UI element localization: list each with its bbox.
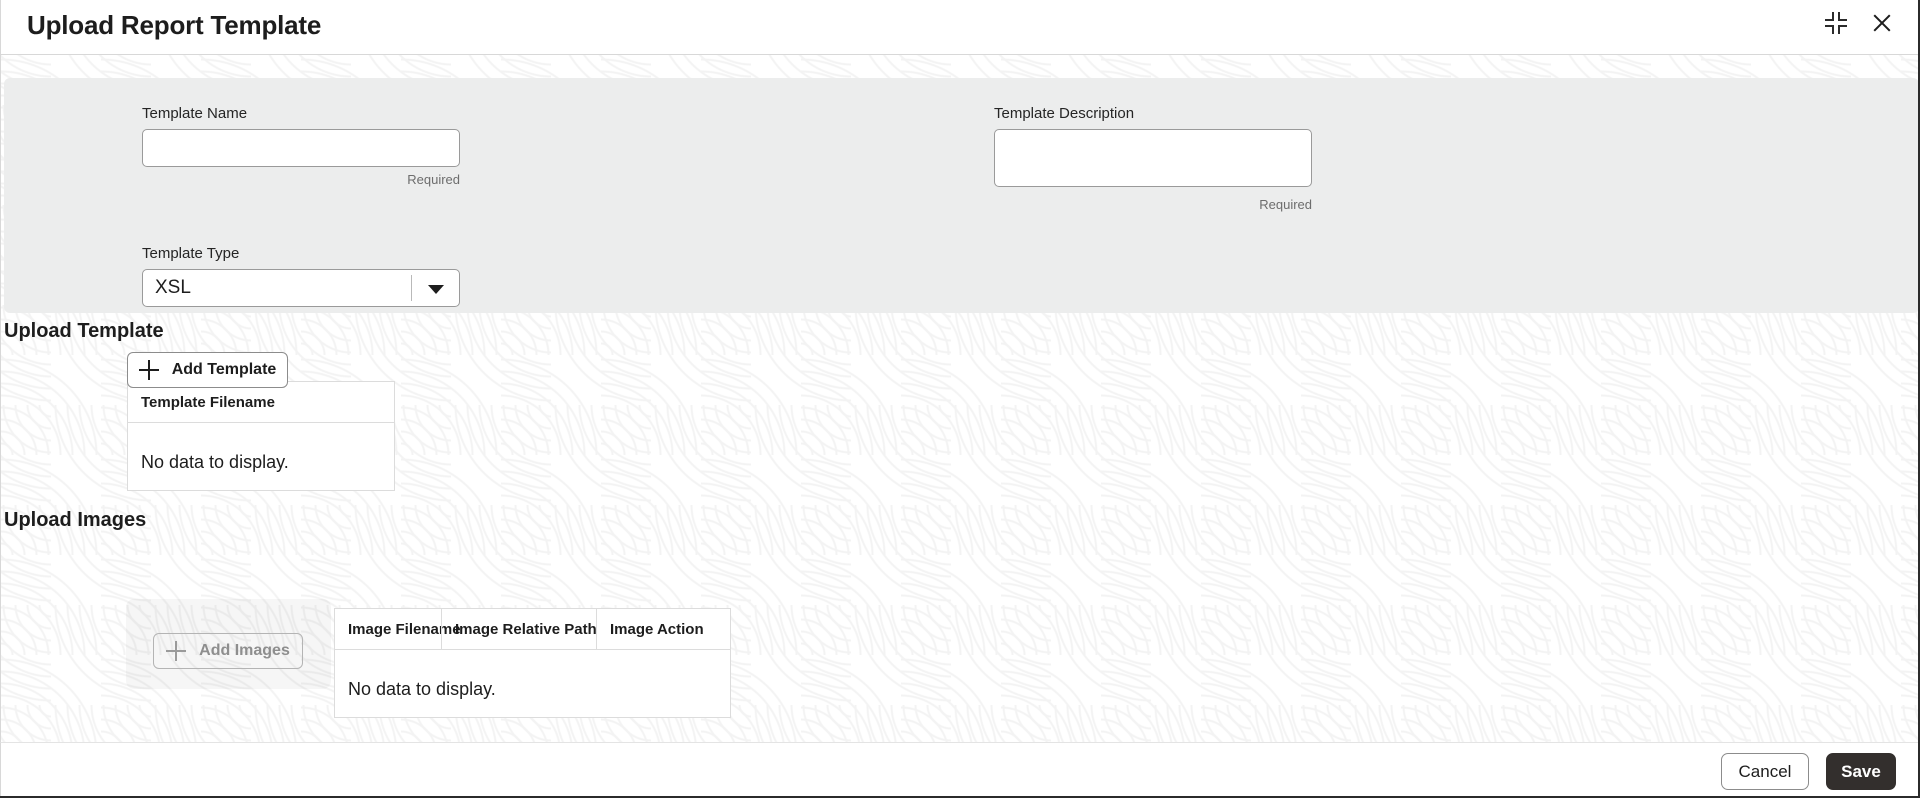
template-description-hint: Required [1259,197,1312,212]
template-table-header: Template Filename [128,382,394,423]
close-icon[interactable] [1870,11,1894,35]
column-header-image-filename[interactable]: Image Filename [335,609,461,649]
template-type-label: Template Type [142,245,240,262]
dialog-header: Upload Report Template [0,0,1918,55]
images-table-empty-message: No data to display. [348,679,496,699]
form-panel: Template Name Required Template Descript… [4,78,1918,313]
column-header-template-filename[interactable]: Template Filename [128,382,394,422]
images-table-header: Image Filename Image Relative Path Image… [335,609,730,650]
footer-actions: Cancel Save [1721,753,1896,790]
cancel-button[interactable]: Cancel [1721,753,1809,790]
add-template-label: Add Template [171,361,277,378]
chevron-down-icon[interactable] [428,285,444,294]
template-description-label: Template Description [994,105,1135,122]
template-type-value: XSL [142,269,460,307]
template-table-empty-message: No data to display. [141,452,289,472]
page-title: Upload Report Template [27,10,322,40]
save-button[interactable]: Save [1826,753,1896,790]
template-table: Template Filename No data to display. [127,381,395,491]
template-description-input[interactable] [994,129,1312,187]
template-name-input[interactable] [142,129,460,167]
upload-report-template-dialog: Upload Report Template Template Name Req… [0,0,1920,798]
plus-icon [166,641,187,661]
add-template-button[interactable]: Add Template [127,352,288,388]
dialog-body: Template Name Required Template Descript… [0,55,1918,742]
template-type-select[interactable]: XSL [142,269,460,307]
collapse-icon[interactable] [1824,11,1848,35]
column-header-image-action[interactable]: Image Action [596,609,730,649]
add-images-label: Add Images [199,642,290,659]
header-actions [1824,11,1894,35]
template-name-field: Template Name Required [142,105,460,187]
column-header-image-relative-path[interactable]: Image Relative Path [441,609,597,649]
template-name-hint: Required [407,172,460,187]
template-type-field: Template Type XSL [142,245,460,307]
template-description-field: Template Description Required [994,105,1312,212]
dialog-footer: Cancel Save [0,742,1918,796]
select-divider [411,275,412,301]
plus-icon [138,360,159,380]
upload-template-section-title: Upload Template [4,320,164,342]
add-images-button[interactable]: Add Images [153,633,303,669]
template-name-label: Template Name [142,105,248,122]
images-table: Image Filename Image Relative Path Image… [334,608,731,718]
upload-images-section-title: Upload Images [4,509,147,531]
